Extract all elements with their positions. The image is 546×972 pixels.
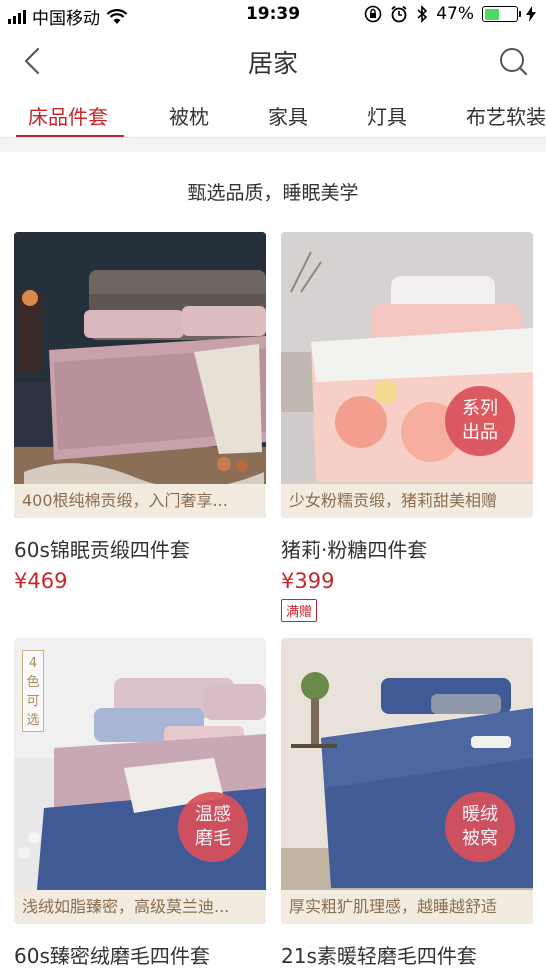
- product-caption: 浅绒如脂臻密，高级莫兰迪...: [14, 890, 266, 924]
- battery-icon: [482, 6, 521, 22]
- tab-bedding-sets[interactable]: 床品件套: [28, 101, 108, 130]
- tab-quilts-pillows[interactable]: 被枕: [169, 101, 209, 130]
- battery-percent: 47%: [436, 4, 474, 24]
- section-headline: 甄选品质，睡眠美学: [187, 182, 359, 204]
- product-name[interactable]: 21s素暖轻磨毛四件套: [281, 940, 533, 969]
- product-card[interactable]: 系列 出品 少女粉糯贡缎，猪莉甜美相赠 猪莉·粉糖四件套 ¥399 满赠: [281, 232, 533, 622]
- product-card[interactable]: 400根纯棉贡缎，入门奢享... 60s锦眠贡缎四件套 ¥469: [14, 232, 266, 593]
- product-image[interactable]: 暖绒 被窝 厚实粗犷肌理感，越睡越舒适: [281, 638, 533, 924]
- promo-tag: 满赠: [281, 599, 318, 622]
- bluetooth-icon: [417, 5, 428, 23]
- tab-soft-furnishings[interactable]: 布艺软装: [466, 101, 546, 130]
- status-right: 47%: [364, 4, 536, 24]
- product-card[interactable]: 暖绒 被窝 厚实粗犷肌理感，越睡越舒适 21s素暖轻磨毛四件套: [281, 638, 533, 969]
- product-image[interactable]: 系列 出品 少女粉糯贡缎，猪莉甜美相赠: [281, 232, 533, 518]
- page-title: 居家: [247, 49, 298, 78]
- tab-furniture[interactable]: 家具: [268, 101, 308, 130]
- product-card[interactable]: 4 色 可 选 温感 磨毛 浅绒如脂臻密，高级莫兰迪... 60s臻密绒磨毛四件…: [14, 638, 266, 969]
- product-badge: 系列 出品: [445, 386, 515, 456]
- product-caption: 400根纯棉贡缎，入门奢享...: [14, 484, 266, 518]
- product-caption: 厚实粗犷肌理感，越睡越舒适: [281, 890, 533, 924]
- nav-bar: 居家: [0, 30, 546, 92]
- badge-line: 温感: [195, 804, 231, 825]
- badge-line: 暖绒: [462, 804, 498, 825]
- product-name[interactable]: 60s锦眠贡缎四件套: [14, 534, 266, 563]
- badge-line: 系列: [462, 398, 498, 419]
- category-tabs: 床品件套 被枕 家具 灯具 布艺软装: [0, 92, 546, 138]
- badge-line: 出品: [462, 422, 498, 443]
- product-price: ¥399: [281, 569, 335, 593]
- search-icon[interactable]: [496, 44, 530, 78]
- rotation-lock-icon: [364, 5, 382, 23]
- tag-char: 选: [26, 713, 40, 728]
- badge-line: 被窝: [462, 828, 498, 849]
- charging-icon: [526, 6, 536, 22]
- color-options-tag: 4 色 可 选: [22, 650, 44, 732]
- status-bar: 中国移动 19:39 47%: [0, 0, 546, 30]
- tag-char: 4: [28, 656, 38, 671]
- badge-line: 磨毛: [195, 828, 231, 849]
- product-price: ¥469: [14, 569, 68, 593]
- tag-char: 可: [26, 694, 40, 709]
- product-badge: 暖绒 被窝: [445, 792, 515, 862]
- battery-fill: [484, 8, 500, 20]
- tab-lighting[interactable]: 灯具: [367, 101, 407, 130]
- product-image[interactable]: 400根纯棉贡缎，入门奢享...: [14, 232, 266, 518]
- product-name[interactable]: 60s臻密绒磨毛四件套: [14, 940, 266, 969]
- product-caption: 少女粉糯贡缎，猪莉甜美相赠: [281, 484, 533, 518]
- tag-char: 色: [26, 675, 40, 690]
- alarm-icon: [391, 5, 407, 23]
- product-badge: 温感 磨毛: [178, 792, 248, 862]
- product-name[interactable]: 猪莉·粉糖四件套: [281, 534, 533, 563]
- product-image[interactable]: 4 色 可 选 温感 磨毛 浅绒如脂臻密，高级莫兰迪...: [14, 638, 266, 924]
- section-divider: [0, 138, 546, 152]
